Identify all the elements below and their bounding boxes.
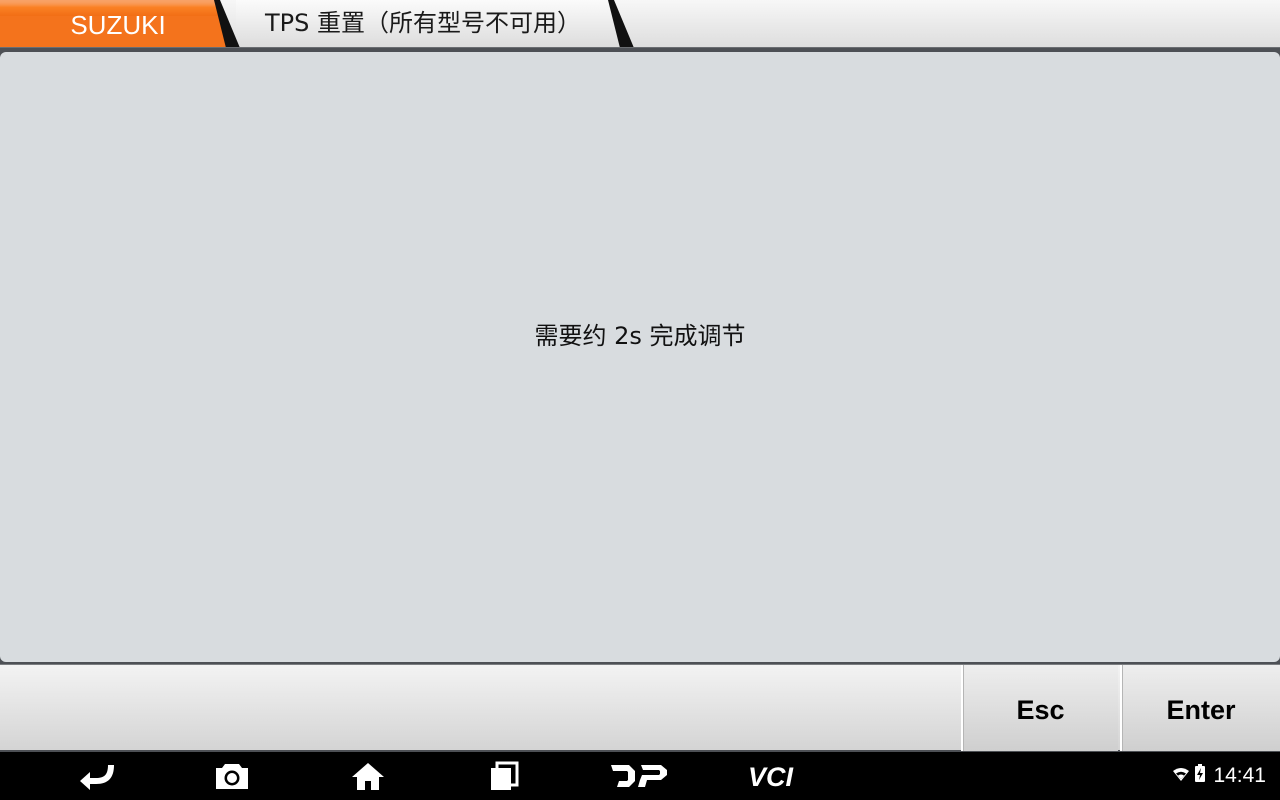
svg-text:VCI: VCI xyxy=(748,763,794,789)
back-icon[interactable] xyxy=(70,752,126,800)
home-icon[interactable] xyxy=(340,752,396,800)
esc-button[interactable]: Esc xyxy=(961,665,1118,751)
status-area: 14:41 xyxy=(1173,752,1266,800)
vci-icon[interactable]: VCI xyxy=(740,752,816,800)
breadcrumb-item-brand[interactable]: SUZUKI xyxy=(0,0,238,48)
breadcrumb: SUZUKI TPS 重置（所有型号不可用） xyxy=(0,0,1280,48)
battery-charging-icon xyxy=(1195,764,1206,788)
clock: 14:41 xyxy=(1213,764,1266,787)
function-button-bar: Esc Enter xyxy=(0,664,1280,751)
breadcrumb-item-page-title: TPS 重置（所有型号不可用） xyxy=(265,9,581,37)
camera-icon[interactable] xyxy=(204,752,260,800)
dp-icon[interactable] xyxy=(604,752,674,800)
status-message: 需要约 2s 完成调节 xyxy=(534,322,746,350)
navigation-bar: VCI 14:41 xyxy=(0,752,1280,800)
enter-button[interactable]: Enter xyxy=(1120,665,1280,751)
wifi-icon xyxy=(1173,764,1190,788)
recent-apps-icon[interactable] xyxy=(476,752,532,800)
app-window: SUZUKI TPS 重置（所有型号不可用） 需要约 2s 完成调节 Esc E… xyxy=(0,0,1280,800)
content-panel: 需要约 2s 完成调节 xyxy=(0,52,1280,662)
breadcrumb-brand-label: SUZUKI xyxy=(70,10,166,40)
